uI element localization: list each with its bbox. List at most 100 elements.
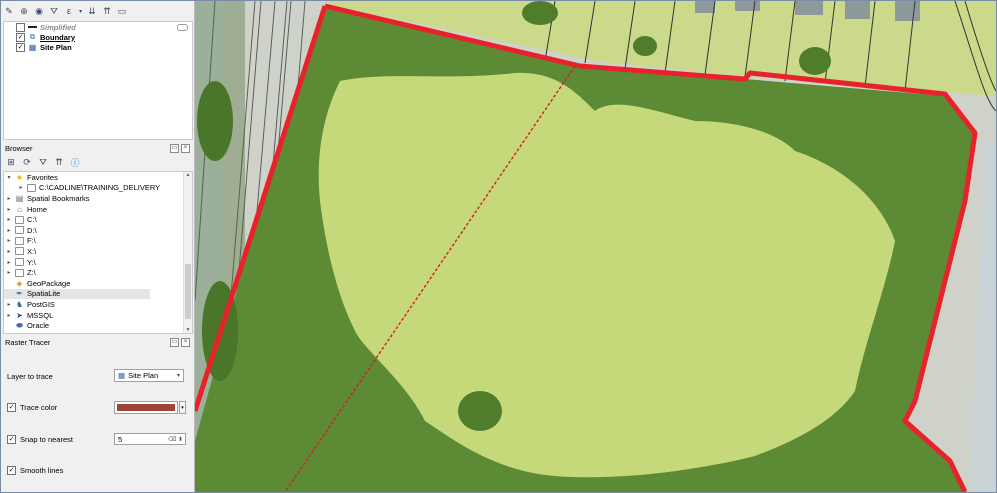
tree-item-label: MSSQL: [27, 310, 54, 320]
home-icon: ⌂: [17, 204, 22, 214]
manage-visibility-icon[interactable]: ◉: [33, 5, 45, 17]
scroll-up-icon[interactable]: ▲: [184, 172, 192, 178]
tree-item-drive-c[interactable]: ▸ C:\: [4, 214, 192, 225]
line-symbol-icon: [28, 26, 37, 28]
spin-buttons-icon[interactable]: ⌫ ⬍: [168, 436, 183, 443]
color-swatch: [117, 404, 175, 411]
remove-layer-icon[interactable]: ▭: [116, 5, 128, 17]
snap-row: ✓ Snap to nearest: [7, 435, 73, 444]
star-icon: ★: [15, 172, 24, 182]
tree-item-favorites[interactable]: ▾ ★ Favorites: [4, 172, 192, 183]
spin-value: 5: [118, 434, 123, 444]
collapse-arrow-icon[interactable]: ▾: [6, 174, 12, 181]
dropdown-icon[interactable]: ▾: [78, 5, 83, 17]
add-group-icon[interactable]: ⊕: [18, 5, 30, 17]
raster-layer-icon: ▦: [118, 371, 126, 380]
tree-item-drive-x[interactable]: ▸ X:\: [4, 246, 192, 257]
browser-scrollbar[interactable]: ▲ ▼: [183, 172, 192, 333]
trace-color-label: Trace color: [20, 403, 58, 412]
tree-item-label: C:\CADLINE\TRAINING_DELIVERY: [39, 183, 161, 193]
tree-item-label: PostGIS: [27, 299, 55, 309]
scroll-thumb[interactable]: [185, 264, 191, 319]
tree-item-drive-z[interactable]: ▸ Z:\: [4, 267, 192, 278]
tree-clump: [458, 391, 502, 431]
expand-arrow-icon[interactable]: ▸: [6, 248, 12, 255]
tree-item-oracle[interactable]: ⬬ Oracle: [4, 320, 192, 331]
layer-checkbox[interactable]: ✓: [16, 42, 25, 52]
collapse-all-icon[interactable]: ⇈: [101, 5, 113, 17]
tree-item-label: D:\: [27, 225, 37, 235]
layer-row-boundary[interactable]: ✓ ⧉ Boundary: [4, 32, 192, 42]
layer-to-trace-combo[interactable]: ▦ Site Plan ▾: [114, 369, 184, 382]
expand-arrow-icon[interactable]: ▸: [6, 301, 12, 308]
tree-item-label: SpatiaLite: [27, 289, 61, 299]
layer-row-simplified[interactable]: Simplified: [4, 22, 192, 32]
geopackage-icon: ◈: [16, 278, 23, 288]
trace-color-checkbox[interactable]: ✓: [7, 403, 16, 412]
folder-icon: [15, 268, 24, 277]
tree-item-postgis[interactable]: ▸ ♞ PostGIS: [4, 299, 192, 310]
tree-item-drive-d[interactable]: ▸ D:\: [4, 225, 192, 236]
expand-arrow-icon[interactable]: ▸: [6, 216, 12, 223]
tree-item-favorite-folder[interactable]: ▸ C:\CADLINE\TRAINING_DELIVERY: [4, 183, 192, 194]
map-svg[interactable]: [195, 1, 996, 492]
browser-tree: ▾ ★ Favorites ▸ C:\CADLINE\TRAINING_DELI…: [3, 171, 193, 334]
expand-all-icon[interactable]: ⇊: [86, 5, 98, 17]
tree-item-geopackage[interactable]: ◈ GeoPackage: [4, 278, 192, 289]
close-panel-icon[interactable]: ×: [181, 144, 190, 153]
add-selected-icon[interactable]: ⊞: [5, 156, 17, 168]
folder-icon: [15, 215, 24, 224]
tree-item-label: Oracle: [27, 321, 50, 331]
expand-arrow-icon[interactable]: ▸: [6, 237, 12, 244]
indicator-icon[interactable]: [177, 23, 188, 31]
expand-arrow-icon[interactable]: ▸: [6, 312, 12, 319]
float-panel-icon[interactable]: ▭: [170, 144, 179, 153]
snap-spinbox[interactable]: 5 ⌫ ⬍: [114, 433, 186, 445]
tree-item-spatial-bookmarks[interactable]: ▸ ▤ Spatial Bookmarks: [4, 193, 192, 204]
raster-layer-icon: ▦: [28, 42, 37, 52]
smooth-checkbox[interactable]: ✓: [7, 466, 16, 475]
layer-row-site-plan[interactable]: ✓ ▦ Site Plan: [4, 42, 192, 52]
tree-item-label: GeoPackage: [27, 278, 71, 288]
filter-legend-icon[interactable]: ⛛: [48, 5, 60, 17]
expand-arrow-icon[interactable]: ▸: [6, 269, 12, 276]
folder-icon: [15, 226, 24, 235]
trace-color-button[interactable]: [114, 401, 178, 414]
tree-clump: [633, 36, 657, 56]
combo-value: Site Plan: [128, 371, 159, 380]
expand-arrow-icon[interactable]: ▸: [6, 195, 12, 202]
snap-checkbox[interactable]: ✓: [7, 435, 16, 444]
float-panel-icon[interactable]: ▭: [170, 338, 179, 347]
close-panel-icon[interactable]: ×: [181, 338, 190, 347]
open-layer-styling-icon[interactable]: ✎: [3, 5, 15, 17]
folder-icon: [15, 258, 24, 267]
tree-item-home[interactable]: ▸ ⌂ Home: [4, 204, 192, 215]
tree-item-spatialite[interactable]: ✒ SpatiaLite: [4, 288, 150, 300]
expand-arrow-icon[interactable]: ▸: [18, 184, 24, 191]
expand-arrow-icon[interactable]: ▸: [6, 259, 12, 266]
collapse-all-icon[interactable]: ⇈: [53, 156, 65, 168]
filter-expression-icon[interactable]: ε: [63, 5, 75, 17]
tree-item-mssql[interactable]: ▸ ➤ MSSQL: [4, 310, 192, 321]
tree-item-label: Favorites: [27, 172, 58, 182]
folder-icon: [27, 183, 36, 192]
scroll-down-icon[interactable]: ▼: [184, 327, 192, 333]
layer-checkbox[interactable]: [16, 22, 25, 32]
expand-arrow-icon[interactable]: ▸: [6, 227, 12, 234]
bookmark-icon: ▤: [15, 193, 24, 203]
expand-arrow-icon[interactable]: ▸: [6, 206, 12, 213]
layer-label: Site Plan: [40, 42, 72, 52]
map-canvas[interactable]: [195, 1, 996, 492]
postgis-icon: ♞: [15, 299, 24, 309]
folder-icon: [15, 247, 24, 256]
tree-item-drive-y[interactable]: ▸ Y:\: [4, 257, 192, 268]
layer-checkbox[interactable]: ✓: [16, 32, 25, 42]
filter-icon[interactable]: ⛛: [37, 156, 49, 168]
folder-icon: [15, 236, 24, 245]
color-dropdown-button[interactable]: ▾: [179, 401, 186, 414]
refresh-icon[interactable]: ⟳: [21, 156, 33, 168]
info-icon[interactable]: ⓘ: [69, 156, 81, 168]
tree-clump: [522, 1, 558, 25]
tree-item-drive-f[interactable]: ▸ F:\: [4, 236, 192, 247]
snap-label: Snap to nearest: [20, 435, 73, 444]
